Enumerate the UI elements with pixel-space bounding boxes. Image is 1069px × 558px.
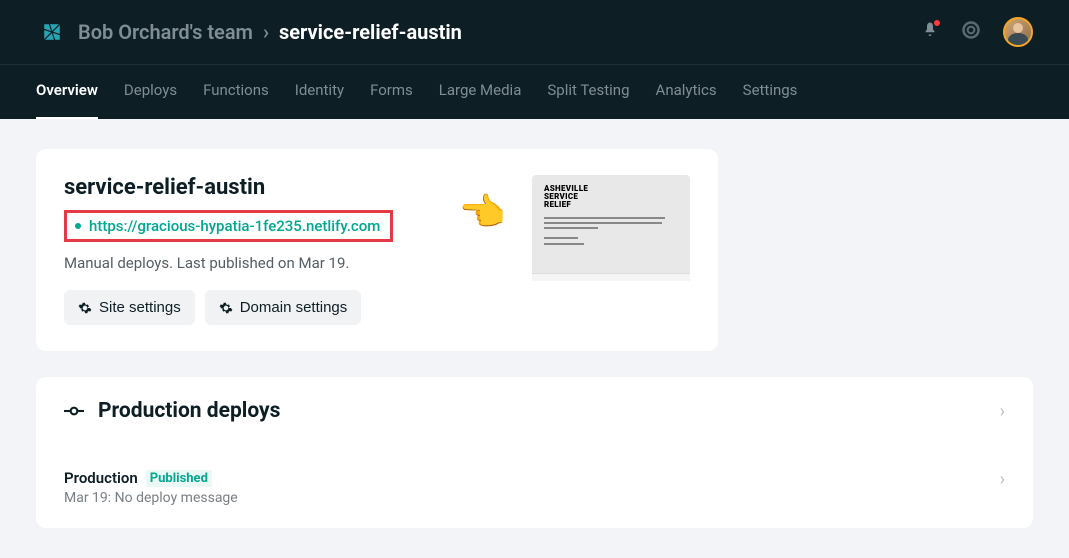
- pointer-emoji-icon: 👉: [460, 191, 507, 235]
- avatar[interactable]: [1003, 17, 1033, 47]
- chevron-right-icon: ›: [1000, 401, 1005, 422]
- commit-icon: [64, 404, 84, 418]
- domain-settings-label: Domain settings: [240, 299, 348, 316]
- deploy-message: Mar 19: No deploy message: [64, 490, 238, 506]
- site-title: service-relief-austin: [64, 175, 393, 200]
- domain-settings-button[interactable]: Domain settings: [205, 290, 362, 325]
- site-url-link[interactable]: https://gracious-hypatia-1fe235.netlify.…: [89, 217, 380, 235]
- header-top: Bob Orchard's team › service-relief-aust…: [0, 0, 1069, 65]
- site-url-highlight: https://gracious-hypatia-1fe235.netlify.…: [64, 210, 393, 242]
- header-actions: [921, 17, 1033, 47]
- deploy-branch: Production: [64, 469, 138, 487]
- breadcrumb: Bob Orchard's team › service-relief-aust…: [36, 16, 462, 48]
- production-deploys-card: Production deploys › Production Publishe…: [36, 377, 1033, 528]
- project-name[interactable]: service-relief-austin: [279, 20, 462, 44]
- section-title: Production deploys: [98, 399, 280, 423]
- chevron-right-icon: ›: [1000, 469, 1005, 490]
- header: Bob Orchard's team › service-relief-aust…: [0, 0, 1069, 119]
- gear-icon: [219, 301, 233, 315]
- content: service-relief-austin https://gracious-h…: [0, 119, 1069, 558]
- site-settings-label: Site settings: [99, 299, 181, 316]
- help-button[interactable]: [961, 20, 981, 44]
- team-name[interactable]: Bob Orchard's team: [78, 20, 253, 44]
- tabs: Overview Deploys Functions Identity Form…: [0, 65, 1069, 119]
- tab-forms[interactable]: Forms: [370, 65, 413, 119]
- tab-deploys[interactable]: Deploys: [124, 65, 177, 119]
- site-preview-thumbnail[interactable]: ASHEVILLE SERVICE RELIEF: [532, 175, 690, 281]
- status-dot-icon: [75, 223, 81, 229]
- tab-analytics[interactable]: Analytics: [656, 65, 717, 119]
- notification-dot-icon: [933, 19, 941, 27]
- chevron-right-icon: ›: [263, 20, 269, 44]
- notifications-button[interactable]: [921, 21, 939, 43]
- tab-large-media[interactable]: Large Media: [439, 65, 522, 119]
- gear-icon: [78, 301, 92, 315]
- thumb-title-l3: RELIEF: [544, 201, 678, 209]
- tab-overview[interactable]: Overview: [36, 65, 98, 119]
- production-deploys-header[interactable]: Production deploys ›: [64, 399, 1005, 443]
- netlify-logo-icon[interactable]: [36, 16, 68, 48]
- deploy-info: Manual deploys. Last published on Mar 19…: [64, 254, 393, 272]
- site-settings-button[interactable]: Site settings: [64, 290, 195, 325]
- tab-settings[interactable]: Settings: [743, 65, 798, 119]
- site-card: service-relief-austin https://gracious-h…: [36, 149, 718, 351]
- status-badge: Published: [146, 470, 212, 487]
- deploy-item[interactable]: Production Published Mar 19: No deploy m…: [64, 443, 1005, 506]
- tab-identity[interactable]: Identity: [295, 65, 344, 119]
- tab-functions[interactable]: Functions: [203, 65, 269, 119]
- tab-split-testing[interactable]: Split Testing: [547, 65, 629, 119]
